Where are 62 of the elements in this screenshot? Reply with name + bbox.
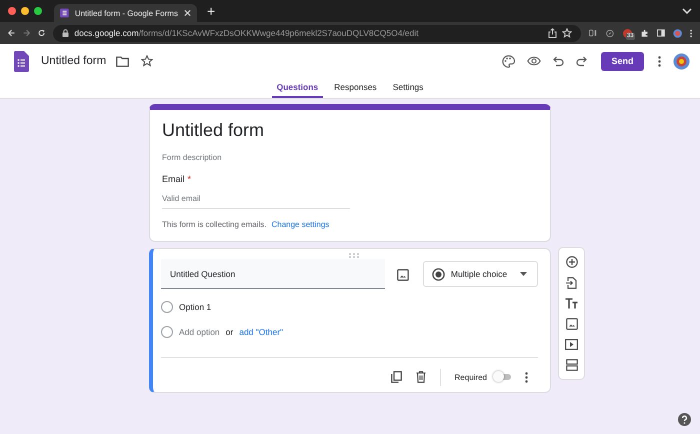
more-icon[interactable] [690,28,692,38]
section-icon[interactable] [566,359,578,371]
required-label: Required [454,372,487,382]
star-icon[interactable] [141,55,154,67]
folder-icon[interactable] [116,56,130,66]
add-icon[interactable] [566,256,578,268]
title-text-icon[interactable] [565,298,578,309]
add-other-link[interactable]: add "Other" [239,327,284,337]
close-window-button[interactable] [8,7,16,15]
form-title[interactable]: Untitled form [162,120,538,141]
back-arrow-icon[interactable] [8,28,16,38]
form-description-field[interactable]: Form description [162,153,538,162]
required-toggle[interactable] [495,374,511,380]
form-name[interactable]: Untitled form [41,55,106,67]
email-field[interactable]: Valid email [162,192,350,209]
new-tab-button[interactable]: + [203,4,220,18]
forward-arrow-icon[interactable] [23,28,30,38]
send-button[interactable]: Send [601,52,644,70]
forms-icon [60,8,69,18]
reload-icon[interactable] [38,28,46,38]
tab[interactable]: Responses [329,78,382,98]
chevron-down-icon[interactable] [682,8,692,14]
import-icon[interactable] [566,277,577,289]
trash-icon[interactable] [416,371,426,383]
more-icon[interactable] [658,56,661,66]
address-bar[interactable]: docs.google.com/forms/d/1KScAvWFxzDsOKKWwge449p6mekl2S7aouDQLV8CQ5O4/edit [53,24,582,42]
email-label: Email [162,174,185,184]
undo-icon[interactable] [553,56,564,66]
required-asterisk: * [188,174,192,184]
avatar[interactable] [672,26,682,40]
caret-icon [520,272,527,276]
question-type-dropdown[interactable]: Multiple choice [422,261,538,287]
avatar[interactable] [673,52,690,70]
close-tab-icon[interactable] [184,9,191,17]
image-icon[interactable] [566,318,578,330]
option-field[interactable]: Option 1 [179,302,212,312]
eye-icon[interactable] [527,56,541,66]
maximize-window-button[interactable] [34,7,42,15]
add-option-field[interactable]: Add option [179,327,220,337]
puzzle-icon[interactable] [640,28,649,38]
image-icon[interactable] [397,269,409,281]
change-settings-link[interactable]: Change settings [271,220,330,229]
empty-circle-icon [161,326,173,338]
side-panel-icon[interactable] [656,28,665,38]
tab[interactable]: Settings [388,78,428,98]
email-note: This form is collecting emails. [162,220,266,229]
redo-icon[interactable] [576,56,587,66]
video-icon[interactable] [565,339,578,350]
drag-handle-icon[interactable] [349,253,359,258]
more-icon[interactable] [525,372,528,382]
radio-button[interactable] [161,301,173,313]
share-icon[interactable] [548,28,558,38]
palette-icon[interactable] [502,54,515,68]
minimize-window-button[interactable] [21,7,29,15]
question-title-field[interactable]: Untitled Question [161,259,385,289]
lock-icon [62,29,70,37]
forms-logo-icon [14,50,29,72]
help-icon[interactable] [678,413,691,426]
duplicate-icon[interactable] [390,371,402,383]
or-label: or [226,327,234,337]
radio-icon [432,268,445,280]
browser-tab[interactable]: Untitled form - Google Forms [54,4,197,22]
